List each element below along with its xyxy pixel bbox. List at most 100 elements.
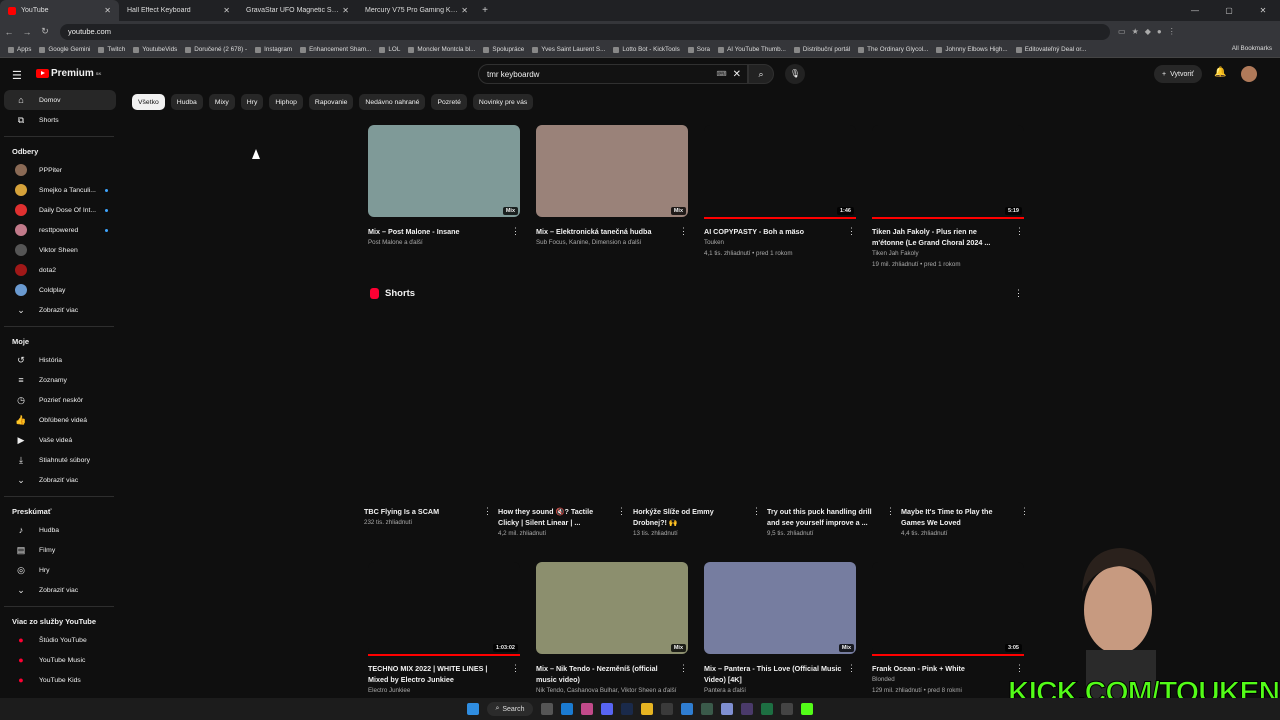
- bookmark-item[interactable]: Yves Saint Laurent S...: [528, 46, 609, 53]
- sidebar-item[interactable]: ▤ Filmy: [4, 540, 116, 560]
- sidebar-item[interactable]: ≡ Zoznamy: [4, 370, 116, 390]
- avatar[interactable]: [1241, 66, 1257, 82]
- sidebar-item[interactable]: ◎ Hry: [4, 560, 116, 580]
- app-icon[interactable]: [660, 703, 673, 715]
- bookmark-item[interactable]: Distribuční portál: [790, 46, 854, 53]
- filter-chip[interactable]: Pozreté: [431, 94, 467, 110]
- app-icon[interactable]: [580, 703, 593, 715]
- steam-icon[interactable]: [620, 703, 633, 715]
- video-thumbnail[interactable]: Mix: [536, 562, 688, 654]
- video-card[interactable]: Mix Mix – Nik Tendo - Nezměníš (official …: [536, 562, 688, 696]
- short-card[interactable]: Horkýže Slíže od Emmy Drobnej?! 🙌 13 tis.…: [633, 506, 761, 539]
- more-options-icon[interactable]: ⋮: [847, 226, 856, 237]
- more-options-icon[interactable]: ⋮: [679, 663, 688, 674]
- forward-icon[interactable]: →: [18, 27, 36, 37]
- app-icon[interactable]: [740, 703, 753, 715]
- sidebar-item[interactable]: resttpowered: [4, 220, 116, 240]
- video-card[interactable]: 1:03:02 TECHNO MIX 2022 | WHITE LINES | M…: [368, 562, 520, 696]
- close-icon[interactable]: ✕: [104, 6, 111, 15]
- video-card[interactable]: Mix Mix – Post Malone - Insane Post Malone…: [368, 125, 520, 248]
- clear-search-icon[interactable]: ✕: [733, 69, 741, 80]
- more-options-icon[interactable]: ⋮: [511, 663, 520, 674]
- filter-chip[interactable]: Nedávno nahrané: [359, 94, 426, 110]
- bookmark-item[interactable]: Doručené (2 678) -: [181, 46, 251, 53]
- bookmark-item[interactable]: Sora: [684, 46, 714, 53]
- chrome-icon[interactable]: [640, 703, 653, 715]
- browser-tab[interactable]: GravaStar UFO Magnetic Switch ✕: [238, 0, 357, 21]
- sidebar-section-title[interactable]: Viac zo služby YouTube: [0, 607, 120, 630]
- channel-name[interactable]: Tiken Jah Fakoly: [872, 248, 1024, 259]
- short-card[interactable]: Maybe It's Time to Play the Games We Lov…: [901, 506, 1029, 539]
- task-view-icon[interactable]: [540, 703, 553, 715]
- sidebar-item[interactable]: ▶ Vaše videá: [4, 430, 116, 450]
- app-icon[interactable]: [720, 703, 733, 715]
- app-icon[interactable]: [680, 703, 693, 715]
- bookmark-item[interactable]: YoutubeVids: [129, 46, 181, 53]
- sidebar-item[interactable]: ⌄ Zobraziť viac: [4, 300, 116, 320]
- create-button[interactable]: + Vytvoriť: [1154, 65, 1202, 83]
- short-card[interactable]: How they sound 🔇? Tactile Clicky | Silen…: [498, 506, 626, 539]
- discord-icon[interactable]: [600, 703, 613, 715]
- close-window-icon[interactable]: ✕: [1246, 0, 1280, 21]
- more-options-icon[interactable]: ⋮: [886, 506, 895, 517]
- sidebar-item[interactable]: ♪ Hudba: [4, 520, 116, 540]
- bookmark-item[interactable]: Twitch: [94, 46, 129, 53]
- filter-chip[interactable]: Hudba: [170, 94, 203, 110]
- video-title[interactable]: Mix – Post Malone - Insane: [368, 226, 520, 237]
- browser-tab[interactable]: YouTube ✕: [0, 0, 119, 21]
- bookmark-item[interactable]: Apps: [4, 46, 35, 53]
- sidebar-item[interactable]: Viktor Sheen: [4, 240, 116, 260]
- star-icon[interactable]: ★: [1132, 27, 1139, 36]
- filter-chip[interactable]: Mixy: [208, 94, 235, 110]
- filter-chip[interactable]: Hiphop: [269, 94, 303, 110]
- video-title[interactable]: Mix – Elektronická tanečná hudba: [536, 226, 688, 237]
- excel-icon[interactable]: [760, 703, 773, 715]
- video-thumbnail[interactable]: Mix: [536, 125, 688, 217]
- bookmark-item[interactable]: Editovateľný Deal or...: [1012, 46, 1091, 53]
- more-options-icon[interactable]: ⋮: [511, 226, 520, 237]
- short-title[interactable]: How they sound 🔇? Tactile Clicky | Silen…: [498, 506, 626, 528]
- new-tab-button[interactable]: +: [476, 5, 494, 16]
- edge-icon[interactable]: [560, 703, 573, 715]
- more-options-icon[interactable]: ⋮: [1015, 663, 1024, 674]
- video-thumbnail[interactable]: Mix: [368, 125, 520, 217]
- short-card[interactable]: Try out this puck handling drill and see…: [767, 506, 895, 539]
- sidebar-item[interactable]: PPPiter: [4, 160, 116, 180]
- notifications-bell-icon[interactable]: 🔔: [1214, 67, 1226, 78]
- channel-name[interactable]: Sub Focus, Kanine, Dimension a ďalší: [536, 237, 688, 248]
- sidebar-item[interactable]: ◷ Pozrieť neskôr: [4, 390, 116, 410]
- channel-name[interactable]: Blonded: [872, 674, 1024, 685]
- short-title[interactable]: Horkýže Slíže od Emmy Drobnej?! 🙌: [633, 506, 761, 528]
- channel-name[interactable]: Pantera a ďalší: [704, 685, 856, 696]
- bookmark-item[interactable]: The Ordinary Glycol...: [854, 46, 932, 53]
- video-card[interactable]: Mix Mix – Elektronická tanečná hudba Sub F…: [536, 125, 688, 248]
- sidebar-item[interactable]: ⤓ Stiahnuté súbory: [4, 450, 116, 470]
- extension-icon[interactable]: ◆: [1145, 27, 1151, 36]
- bookmark-item[interactable]: Spolupráce: [479, 46, 528, 53]
- youtube-premium-logo[interactable]: Premium SK: [36, 68, 101, 79]
- close-icon[interactable]: ✕: [223, 6, 230, 15]
- video-title[interactable]: Tiken Jah Fakoly - Plus rien ne m'étonne…: [872, 226, 1024, 248]
- video-thumbnail[interactable]: 1:03:02: [368, 562, 520, 656]
- video-thumbnail[interactable]: 1:46: [704, 125, 856, 219]
- video-card[interactable]: 1:46 AI COPYPASTY - Boh a mäso Touken 4,1 t…: [704, 125, 856, 259]
- short-title[interactable]: Try out this puck handling drill and see…: [767, 506, 895, 528]
- channel-name[interactable]: Electro Junkiee: [368, 685, 520, 696]
- url-field[interactable]: youtube.com: [60, 23, 1110, 40]
- video-card[interactable]: Mix Mix – Pantera - This Love (Official M…: [704, 562, 856, 696]
- more-options-icon[interactable]: ⋮: [483, 506, 492, 517]
- hamburger-menu-icon[interactable]: ☰: [12, 69, 22, 82]
- kick-icon[interactable]: [800, 703, 813, 715]
- bookmark-item[interactable]: Lotto Bot - KickTools: [609, 46, 683, 53]
- sidebar-section-title[interactable]: Preskúmať: [0, 497, 120, 520]
- short-card[interactable]: TBC Flying Is a SCAM 232 tis. zhliadnutí ⋮: [364, 506, 492, 528]
- sidebar-item[interactable]: ⌄ Zobraziť viac: [4, 580, 116, 600]
- minimize-icon[interactable]: —: [1178, 0, 1212, 21]
- video-card[interactable]: 5:19 Tiken Jah Fakoly - Plus rien ne m'ét…: [872, 125, 1024, 270]
- maximize-icon[interactable]: ▢: [1212, 0, 1246, 21]
- short-title[interactable]: Maybe It's Time to Play the Games We Lov…: [901, 506, 1029, 528]
- back-icon[interactable]: ←: [0, 27, 18, 37]
- video-thumbnail[interactable]: Mix: [704, 562, 856, 654]
- menu-icon[interactable]: ⋮: [1168, 27, 1176, 36]
- keyboard-icon[interactable]: ⌨: [717, 70, 727, 78]
